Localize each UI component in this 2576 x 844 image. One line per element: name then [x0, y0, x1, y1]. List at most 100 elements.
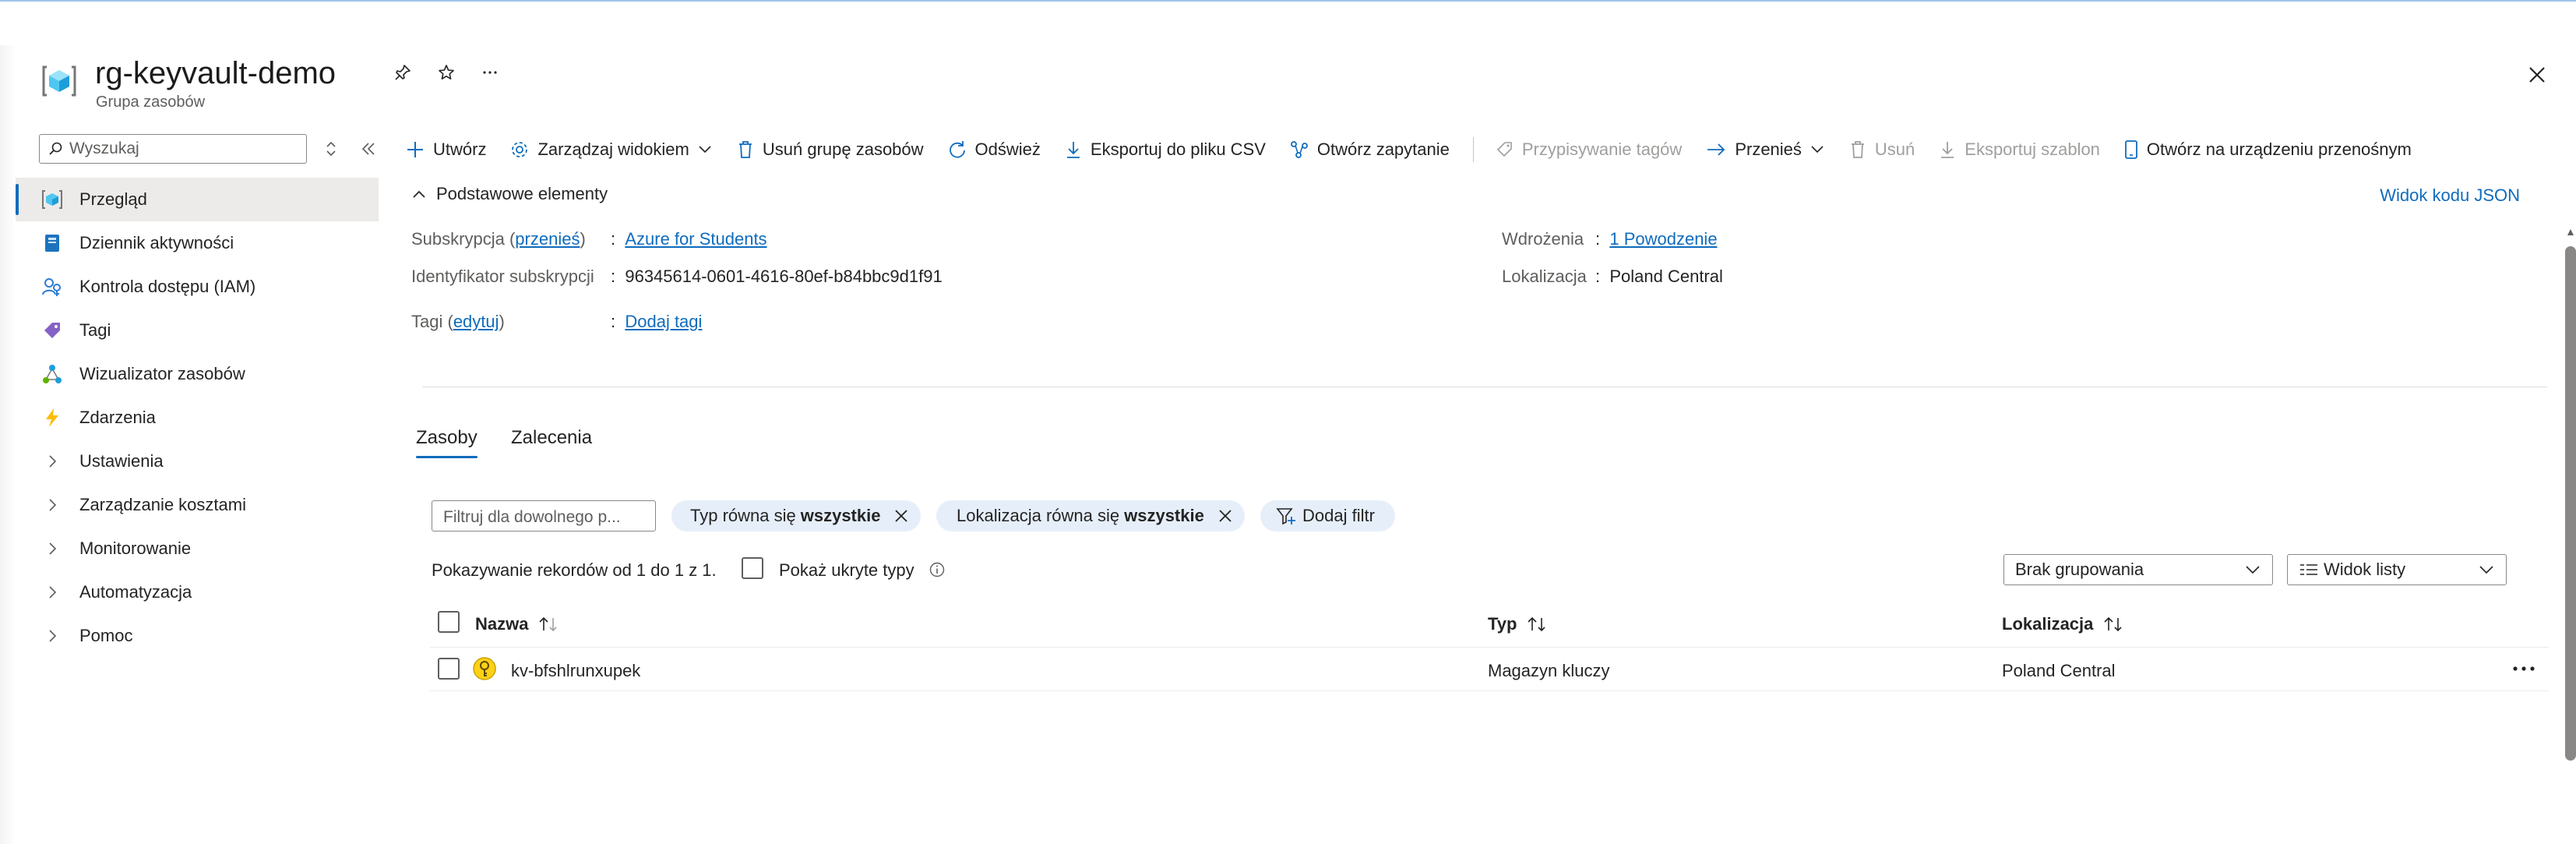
- sidebar-item-help[interactable]: Pomoc: [16, 614, 379, 658]
- chevron-down-icon: [2479, 566, 2493, 574]
- chevron-right-icon: [41, 541, 64, 556]
- view-mode-dropdown[interactable]: Widok listy: [2287, 554, 2507, 585]
- delete-group-button[interactable]: Usuń grupę zasobów: [736, 139, 924, 160]
- close-icon[interactable]: [1217, 507, 1234, 524]
- export-csv-button[interactable]: Eksportuj do pliku CSV: [1064, 139, 1266, 160]
- row-divider: [430, 690, 2549, 691]
- key-vault-icon: [472, 656, 497, 681]
- refresh-icon: [949, 141, 965, 158]
- delete-button[interactable]: Usuń: [1848, 139, 1915, 160]
- sidebar-item-monitoring[interactable]: Monitorowanie: [16, 527, 379, 570]
- refresh-button[interactable]: Odśwież: [947, 139, 1041, 160]
- sidebar-search-input[interactable]: [68, 139, 289, 159]
- essentials-toggle[interactable]: Podstawowe elementy: [411, 184, 608, 204]
- row-more-icon[interactable]: [2510, 658, 2538, 680]
- sidebar-item-label: Przegląd: [79, 189, 147, 209]
- row-checkbox[interactable]: [438, 658, 460, 680]
- close-icon[interactable]: [893, 507, 910, 524]
- info-icon[interactable]: [929, 561, 946, 578]
- filter-input[interactable]: [442, 507, 655, 528]
- deployments-label: Wdrożenia: [1502, 229, 1584, 249]
- pin-icon[interactable]: [389, 59, 416, 86]
- vertical-scrollbar[interactable]: [2565, 246, 2576, 761]
- chevron-down-icon: [699, 146, 711, 154]
- activity-log-icon: [41, 231, 64, 255]
- sidebar-item-cost-management[interactable]: Zarządzanie kosztami: [16, 483, 379, 527]
- sort-icon[interactable]: [318, 136, 344, 162]
- assign-tags-button[interactable]: Przypisywanie tagów: [1496, 139, 1682, 160]
- visualizer-icon: [41, 362, 64, 386]
- select-all-checkbox[interactable]: [438, 611, 460, 633]
- subscription-link[interactable]: Azure for Students: [625, 229, 766, 249]
- deployments-link[interactable]: 1 Powodzenie: [1609, 229, 1717, 249]
- open-query-button[interactable]: Otwórz zapytanie: [1289, 139, 1450, 160]
- location-value: : Poland Central: [1595, 267, 1723, 286]
- sidebar-item-label: Monitorowanie: [79, 539, 192, 558]
- sidebar-item-activity-log[interactable]: Dziennik aktywności: [16, 221, 379, 265]
- move-button[interactable]: Przenieś: [1705, 139, 1825, 160]
- type-filter-pill[interactable]: Typ równa się wszystkie: [671, 500, 922, 531]
- sidebar-item-overview[interactable]: Przegląd: [16, 178, 379, 221]
- resource-location: Poland Central: [2002, 661, 2116, 680]
- chevron-right-icon: [41, 454, 64, 469]
- json-view-link[interactable]: Widok kodu JSON: [2380, 185, 2520, 206]
- sidebar-item-label: Zarządzanie kosztami: [79, 495, 246, 514]
- subscription-value: : Azure for Students: [611, 229, 767, 249]
- page-title: rg-keyvault-demo: [95, 56, 337, 90]
- column-header-name[interactable]: Nazwa: [475, 614, 559, 634]
- add-filter-button[interactable]: Dodaj filtr: [1260, 500, 1395, 531]
- sidebar-item-label: Pomoc: [79, 626, 133, 645]
- tab-recommendations[interactable]: Zalecenia: [511, 427, 592, 449]
- chevron-down-icon: [2246, 566, 2260, 574]
- sort-icon: [1528, 616, 1546, 632]
- create-button[interactable]: Utwórz: [405, 139, 486, 160]
- sidebar-item-events[interactable]: Zdarzenia: [16, 396, 379, 440]
- sidebar-item-tags[interactable]: Tagi: [16, 309, 379, 352]
- more-icon[interactable]: [477, 59, 503, 86]
- grouping-dropdown[interactable]: Brak grupowania: [2003, 554, 2273, 585]
- download-icon: [1941, 142, 1954, 158]
- show-hidden-checkbox[interactable]: [742, 557, 763, 579]
- mobile-icon: [2125, 140, 2137, 159]
- star-icon[interactable]: [433, 59, 460, 86]
- subscription-move-link[interactable]: przenieś: [515, 229, 580, 249]
- sidebar-item-label: Dziennik aktywności: [79, 233, 234, 252]
- sidebar-nav: Przegląd Dziennik aktywności Kontrola do…: [16, 178, 379, 658]
- column-header-location[interactable]: Lokalizacja: [2002, 614, 2124, 634]
- add-tags-link[interactable]: Dodaj tagi: [625, 312, 702, 331]
- sidebar-item-visualizer[interactable]: Wizualizator zasobów: [16, 352, 379, 396]
- sidebar-item-iam[interactable]: Kontrola dostępu (IAM): [16, 265, 379, 309]
- sidebar-search[interactable]: [39, 134, 307, 164]
- list-view-icon: [2300, 564, 2317, 575]
- essentials-heading: Podstawowe elementy: [436, 184, 608, 203]
- resource-type: Magazyn kluczy: [1488, 661, 1610, 680]
- manage-view-button[interactable]: Zarządzaj widokiem: [509, 139, 712, 160]
- location-filter-pill[interactable]: Lokalizacja równa się wszystkie: [936, 500, 1245, 531]
- column-header-type[interactable]: Typ: [1488, 614, 1548, 634]
- resource-name-link[interactable]: kv-bfshlrunxupek: [511, 661, 640, 681]
- sidebar-item-label: Ustawienia: [79, 451, 164, 471]
- add-filter-icon: [1276, 508, 1295, 525]
- sidebar-item-automation[interactable]: Automatyzacja: [16, 570, 379, 614]
- sidebar-item-settings[interactable]: Ustawienia: [16, 440, 379, 483]
- tab-resources[interactable]: Zasoby: [416, 427, 477, 458]
- close-icon[interactable]: [2521, 59, 2553, 90]
- scroll-up-icon[interactable]: [2567, 228, 2574, 238]
- subscription-id-label: Identyfikator subskrypcji: [411, 267, 594, 286]
- page-subtitle: Grupa zasobów: [96, 94, 206, 111]
- export-template-button[interactable]: Eksportuj szablon: [1938, 139, 2100, 160]
- deployments-value: : 1 Powodzenie: [1595, 229, 1718, 249]
- resource-group-blade: rg-keyvault-demo Grupa zasobów Przegląd: [16, 45, 2576, 844]
- tag-icon: [41, 319, 64, 342]
- collapse-sidebar-icon[interactable]: [355, 136, 382, 162]
- search-icon: [49, 142, 62, 155]
- gear-icon: [512, 142, 528, 157]
- filter-field[interactable]: [432, 500, 656, 531]
- records-count: Pokazywanie rekordów od 1 do 1 z 1.: [432, 560, 717, 580]
- sidebar-item-label: Wizualizator zasobów: [79, 364, 245, 383]
- chevron-right-icon: [41, 584, 64, 600]
- chevron-right-icon: [41, 497, 64, 513]
- overview-icon: [41, 188, 64, 211]
- tags-edit-link[interactable]: edytuj: [453, 312, 499, 331]
- open-mobile-button[interactable]: Otwórz na urządzeniu przenośnym: [2123, 139, 2412, 160]
